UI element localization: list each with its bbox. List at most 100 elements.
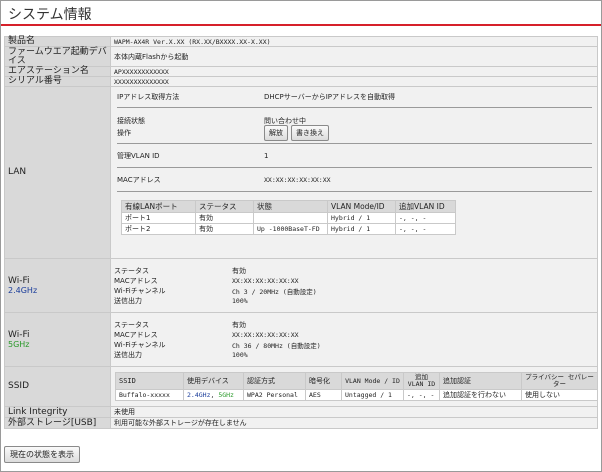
port-vlan: Hybrid / 1 bbox=[327, 212, 396, 224]
port-col-vlan: VLAN Mode/ID bbox=[327, 200, 396, 213]
value-serial: XXXXXXXXXXXXXX bbox=[110, 76, 598, 87]
lan-ip-method-label: IPアドレス取得方法 bbox=[117, 93, 180, 101]
kv-key: ステータス bbox=[114, 266, 149, 275]
wifi-24-channel: Wi-Fiチャンネル Ch 3 / 20MHz (自動設定) bbox=[114, 286, 594, 296]
port-addvlan: -, -, - bbox=[395, 223, 456, 235]
label-product: 製品名 bbox=[4, 36, 111, 47]
port-vlan: Hybrid / 1 bbox=[327, 223, 396, 235]
lan-divider bbox=[117, 167, 592, 168]
ssid-table: SSID 使用デバイス 認証方式 暗号化 VLAN Mode / ID 追加 V… bbox=[115, 372, 598, 401]
kv-key: 送信出力 bbox=[114, 350, 142, 359]
release-button[interactable]: 解放 bbox=[264, 125, 288, 141]
kv-value: 100% bbox=[232, 296, 248, 305]
ssid-privacy: 使用しない bbox=[521, 389, 598, 401]
kv-value: 有効 bbox=[232, 320, 246, 329]
label-ssid: SSID bbox=[4, 366, 111, 407]
value-wifi-24: ステータス 有効 MACアドレス XX:XX:XX:XX:XX:XX Wi-Fiチャ… bbox=[110, 258, 598, 313]
port-col-port: 有線LANポート bbox=[121, 200, 196, 213]
wifi-5-status: ステータス 有効 bbox=[114, 320, 594, 330]
kv-value: XX:XX:XX:XX:XX:XX bbox=[232, 276, 299, 285]
row-station: エアステーション名 APXXXXXXXXXXXX bbox=[4, 66, 598, 77]
kv-value: 有効 bbox=[232, 266, 246, 275]
lan-vlan-label: 管理VLAN ID bbox=[117, 152, 160, 160]
port-state: Up -1000BaseT-FD bbox=[253, 223, 328, 235]
lan-mac: MACアドレス XX:XX:XX:XX:XX:XX bbox=[117, 175, 594, 185]
lan-conn-label: 接続状態 bbox=[117, 116, 145, 125]
value-firmware: 本体内蔵Flashから起動 bbox=[110, 46, 598, 67]
port-table: 有線LANポート ステータス 状態 VLAN Mode/ID 追加VLAN ID… bbox=[121, 200, 456, 235]
ssid-addvlan: -, -, - bbox=[403, 389, 440, 401]
kv-value: Ch 36 / 80MHz (自動設定) bbox=[232, 341, 321, 350]
rewrite-button[interactable]: 書き換え bbox=[291, 125, 329, 141]
port-col-addvlan: 追加VLAN ID bbox=[395, 200, 456, 213]
kv-key: MACアドレス bbox=[114, 330, 158, 339]
wifi-5-channel: Wi-Fiチャンネル Ch 36 / 80MHz (自動設定) bbox=[114, 340, 594, 350]
value-product: WAPM-AX4R Ver.X.XX (RX.XX/BXXXX.XX-X.XX) bbox=[110, 36, 598, 47]
row-ssid: SSID SSID 使用デバイス 認証方式 暗号化 VLAN Mode / ID… bbox=[4, 366, 598, 407]
ssid-col-ssid: SSID bbox=[115, 372, 184, 390]
kv-value: Ch 3 / 20MHz (自動設定) bbox=[232, 287, 317, 296]
label-serial: シリアル番号 bbox=[4, 76, 111, 87]
lan-operation: 操作 解放 書き換え bbox=[117, 125, 594, 141]
value-lan: IPアドレス取得方法 DHCPサーバーからIPアドレスを自動取得 接続状態 問い… bbox=[110, 86, 598, 259]
wifi-5-power: 送信出力 100% bbox=[114, 350, 594, 360]
label-storage: 外部ストレージ[USB] bbox=[4, 417, 111, 429]
row-wifi-5: Wi-Fi 5GHz ステータス 有効 MACアドレス XX:XX:XX:XX:XX… bbox=[4, 312, 598, 367]
wifi-24-status: ステータス 有効 bbox=[114, 266, 594, 276]
ssid-addauth: 追加認証を行わない bbox=[439, 389, 522, 401]
ssid-col-auth: 認証方式 bbox=[243, 372, 306, 390]
kv-value: 100% bbox=[232, 350, 248, 359]
table-row: ポート2 有効 Up -1000BaseT-FD Hybrid / 1 -, -… bbox=[121, 223, 456, 235]
wifi-24-band: 2.4GHz bbox=[8, 285, 38, 295]
label-lan: LAN bbox=[4, 86, 111, 259]
kv-key: Wi-Fiチャンネル bbox=[114, 340, 166, 349]
row-wifi-24: Wi-Fi 2.4GHz ステータス 有効 MACアドレス XX:XX:XX:XX:… bbox=[4, 258, 598, 313]
row-firmware: ファームウエア起動デバイス 本体内蔵Flashから起動 bbox=[4, 46, 598, 67]
ssid-col-enc: 暗号化 bbox=[305, 372, 342, 390]
wifi-24-power: 送信出力 100% bbox=[114, 296, 594, 306]
label-link-integrity: Link Integrity bbox=[4, 406, 111, 418]
port-status: 有効 bbox=[195, 223, 254, 235]
port-col-status: ステータス bbox=[195, 200, 254, 213]
kv-key: ステータス bbox=[114, 320, 149, 329]
ssid-col-vlan: VLAN Mode / ID bbox=[341, 372, 404, 390]
label-station: エアステーション名 bbox=[4, 66, 111, 77]
row-product: 製品名 WAPM-AX4R Ver.X.XX (RX.XX/BXXXX.XX-X… bbox=[4, 36, 598, 47]
ssid-enc: AES bbox=[305, 389, 342, 401]
ssid-auth: WPA2 Personal bbox=[243, 389, 306, 401]
lan-divider bbox=[117, 107, 592, 108]
port-col-state: 状態 bbox=[253, 200, 328, 213]
row-lan: LAN IPアドレス取得方法 DHCPサーバーからIPアドレスを自動取得 接続状… bbox=[4, 86, 598, 259]
row-storage: 外部ストレージ[USB] 利用可能な外部ストレージが存在しません bbox=[4, 417, 598, 429]
value-ssid: SSID 使用デバイス 認証方式 暗号化 VLAN Mode / ID 追加 V… bbox=[110, 366, 598, 407]
value-station: APXXXXXXXXXXXX bbox=[110, 66, 598, 77]
ssid-col-addauth: 追加認証 bbox=[439, 372, 522, 390]
lan-conn-value: 問い合わせ中 bbox=[264, 116, 306, 125]
ssid-table-header: SSID 使用デバイス 認証方式 暗号化 VLAN Mode / ID 追加 V… bbox=[115, 372, 598, 390]
label-wifi-24: Wi-Fi 2.4GHz bbox=[4, 258, 111, 313]
show-status-button[interactable]: 現在の状態を表示 bbox=[4, 446, 80, 463]
kv-key: MACアドレス bbox=[114, 276, 158, 285]
wifi-24-label: Wi-Fi bbox=[8, 275, 30, 286]
wifi-5-label: Wi-Fi bbox=[8, 329, 30, 340]
wifi-5-band: 5GHz bbox=[8, 339, 30, 349]
value-link-integrity: 未使用 bbox=[110, 406, 598, 418]
table-row: ポート1 有効 Hybrid / 1 -, -, - bbox=[121, 212, 456, 224]
lan-mac-label: MACアドレス bbox=[117, 176, 161, 184]
wifi-24-mac: MACアドレス XX:XX:XX:XX:XX:XX bbox=[114, 276, 594, 286]
lan-vlan: 管理VLAN ID 1 bbox=[117, 151, 594, 161]
lan-divider bbox=[117, 191, 592, 192]
system-info-table: 製品名 WAPM-AX4R Ver.X.XX (RX.XX/BXXXX.XX-X… bbox=[4, 36, 598, 429]
kv-key: Wi-Fiチャンネル bbox=[114, 286, 166, 295]
port-name: ポート2 bbox=[121, 223, 196, 235]
title-underline bbox=[1, 24, 601, 26]
port-name: ポート1 bbox=[121, 212, 196, 224]
lan-vlan-value: 1 bbox=[264, 152, 269, 160]
ssid-col-addvlan: 追加 VLAN ID bbox=[403, 372, 440, 390]
lan-ip-method: IPアドレス取得方法 DHCPサーバーからIPアドレスを自動取得 bbox=[117, 92, 594, 102]
lan-mac-value: XX:XX:XX:XX:XX:XX bbox=[264, 176, 331, 184]
ssid-col-privacy: プライバシー セパレーター bbox=[521, 372, 598, 390]
kv-key: 送信出力 bbox=[114, 296, 142, 305]
row-link-integrity: Link Integrity 未使用 bbox=[4, 406, 598, 418]
ssid-name: Buffalo-xxxxx bbox=[115, 389, 184, 401]
